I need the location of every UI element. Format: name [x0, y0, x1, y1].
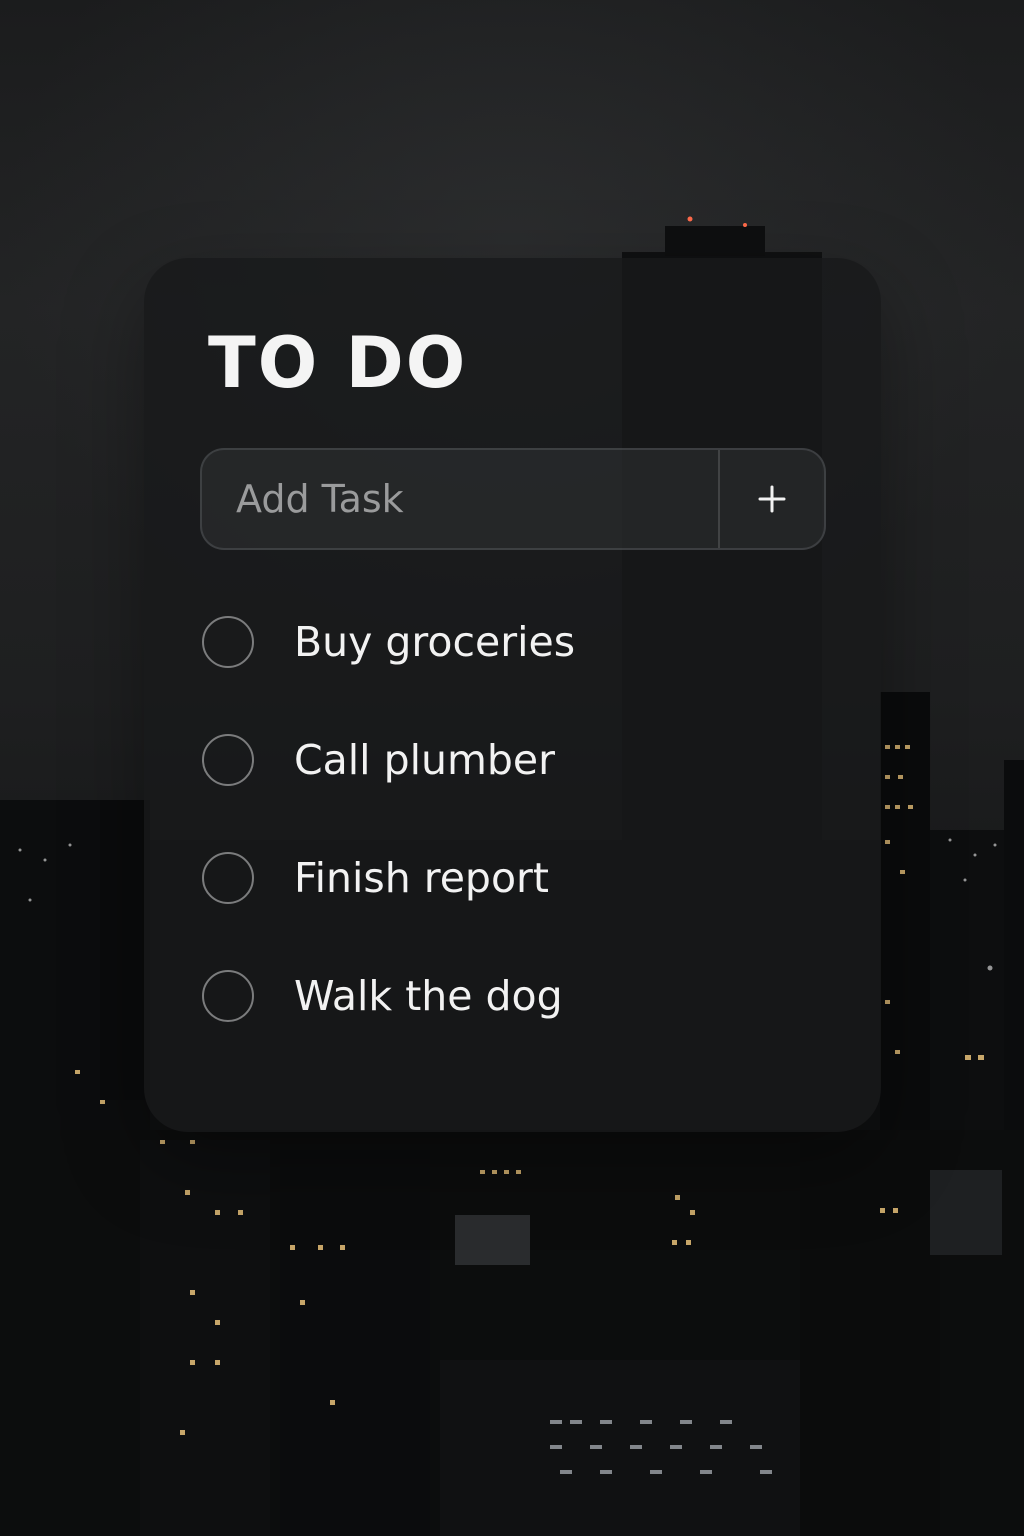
task-item: Call plumber: [202, 732, 822, 850]
task-checkbox[interactable]: [202, 734, 254, 786]
task-label: Walk the dog: [294, 972, 563, 1020]
task-checkbox[interactable]: [202, 852, 254, 904]
task-label: Finish report: [294, 854, 549, 902]
card-title: TO DO: [208, 322, 468, 404]
add-task-input[interactable]: [202, 450, 718, 548]
task-checkbox[interactable]: [202, 616, 254, 668]
plus-icon: [758, 485, 786, 513]
task-item: Walk the dog: [202, 968, 822, 1086]
add-task-bar: [200, 448, 826, 550]
task-label: Call plumber: [294, 736, 556, 784]
task-label: Buy groceries: [294, 618, 576, 666]
app-screen: TO DO Buy groceries Call plumber: [0, 0, 1024, 1536]
todo-card: TO DO Buy groceries Call plumber: [144, 258, 881, 1132]
task-item: Finish report: [202, 850, 822, 968]
task-item: Buy groceries: [202, 614, 822, 732]
task-checkbox[interactable]: [202, 970, 254, 1022]
add-task-button[interactable]: [720, 450, 824, 548]
task-list: Buy groceries Call plumber Finish report…: [202, 614, 822, 1086]
